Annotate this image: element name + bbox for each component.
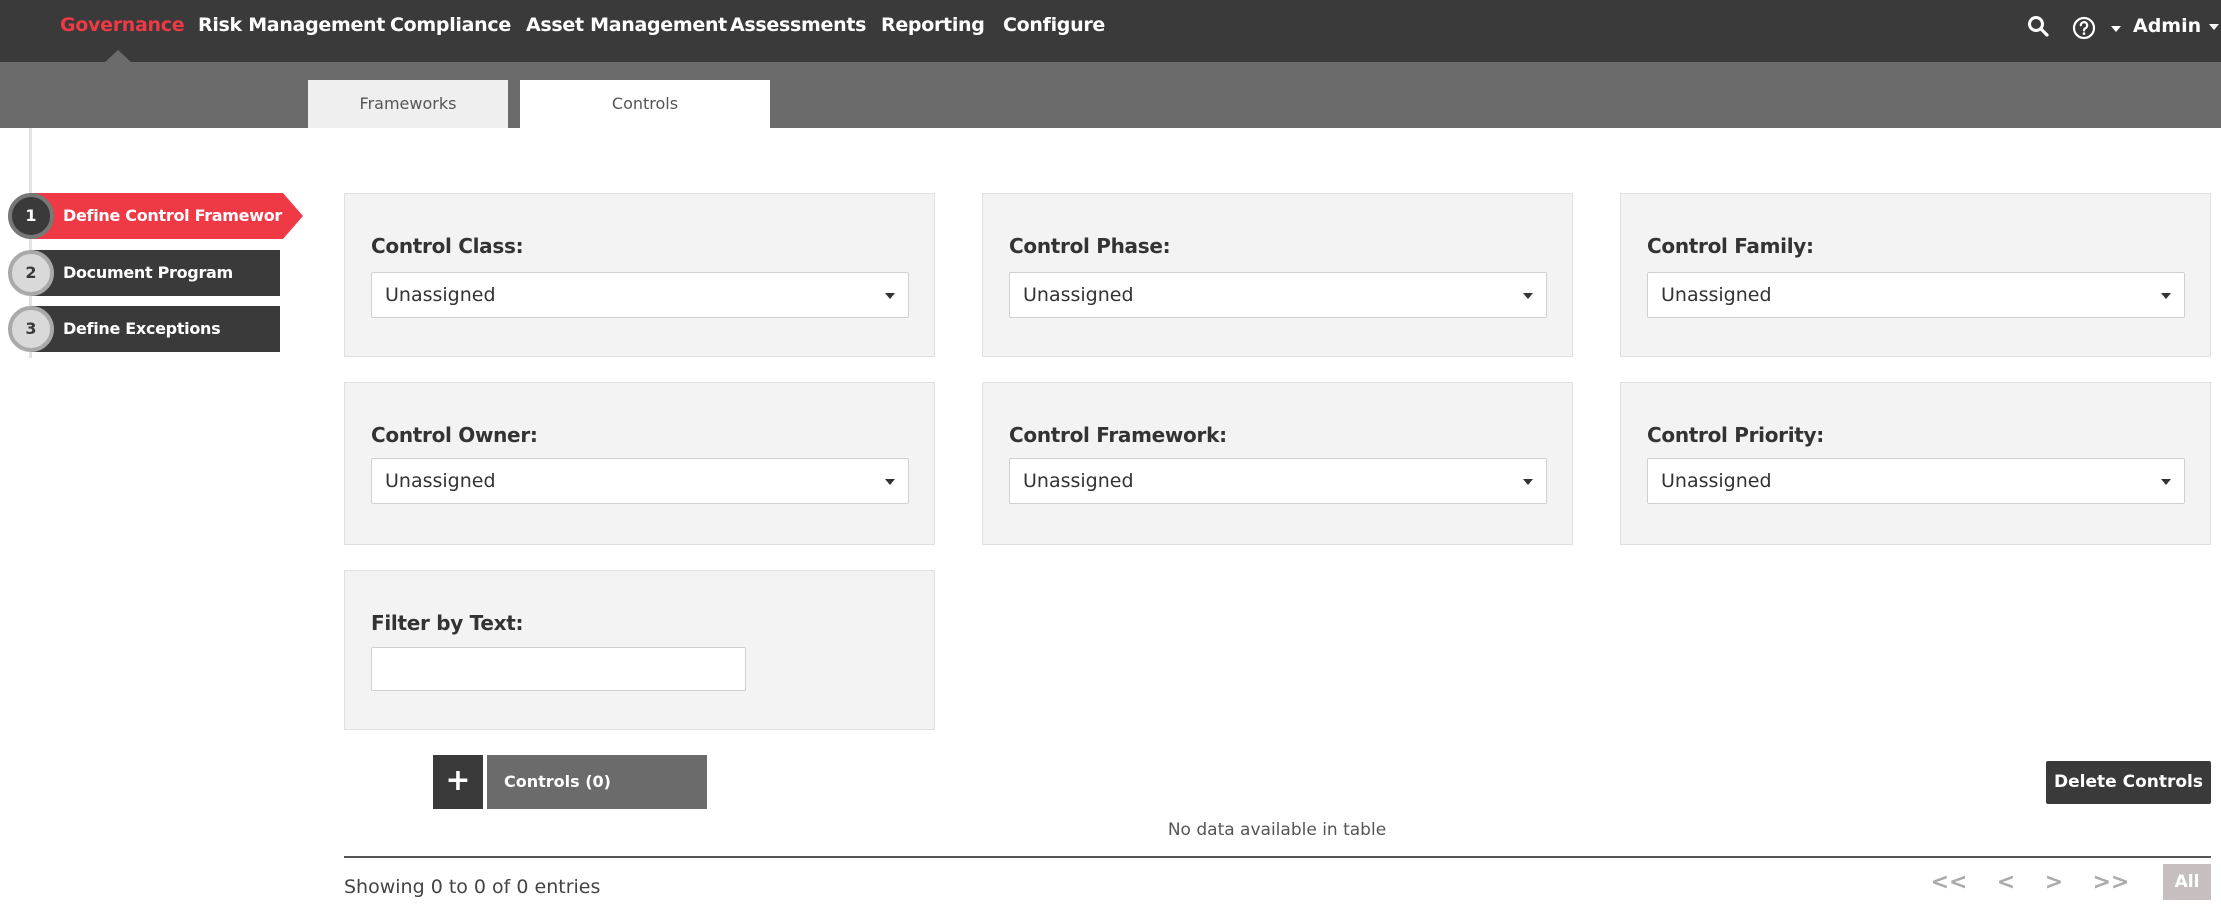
chevron-down-icon (2110, 26, 2121, 32)
filter-text-input[interactable] (371, 647, 746, 691)
control-framework-value: Unassigned (1023, 470, 1134, 492)
control-owner-label: Control Owner: (371, 423, 538, 447)
pager-last-button[interactable]: >> (2091, 868, 2131, 898)
user-menu-label: Admin (2133, 15, 2202, 37)
control-class-label: Control Class: (371, 234, 524, 258)
control-family-select[interactable]: Unassigned (1647, 272, 2185, 318)
chevron-down-icon (885, 293, 895, 299)
control-priority-value: Unassigned (1661, 470, 1772, 492)
step-active-arrow (283, 193, 303, 239)
nav-item-asset-management[interactable]: Asset Management (526, 0, 727, 62)
filter-text-panel: Filter by Text: (344, 570, 935, 730)
nav-item-configure[interactable]: Configure (1003, 0, 1105, 62)
nav-item-compliance[interactable]: Compliance (390, 0, 511, 62)
filter-text-label: Filter by Text: (371, 611, 524, 635)
control-phase-select[interactable]: Unassigned (1009, 272, 1547, 318)
control-family-value: Unassigned (1661, 284, 1772, 306)
delete-controls-button[interactable]: Delete Controls (2046, 761, 2211, 804)
control-priority-label: Control Priority: (1647, 423, 1824, 447)
control-framework-panel: Control Framework: Unassigned (982, 382, 1573, 545)
chevron-down-icon (2209, 23, 2220, 30)
pager-next-button[interactable]: > (2034, 868, 2074, 898)
step-number: 3 (8, 306, 54, 352)
control-family-label: Control Family: (1647, 234, 1814, 258)
user-menu[interactable]: Admin (2133, 0, 2220, 62)
tab-frameworks[interactable]: Frameworks (308, 80, 508, 128)
empty-table-message: No data available in table (1167, 820, 1387, 840)
step-label: Define Exceptions (30, 306, 280, 352)
chevron-down-icon (885, 479, 895, 485)
nav-item-reporting[interactable]: Reporting (881, 0, 985, 62)
search-icon (2028, 16, 2049, 37)
control-family-panel: Control Family: Unassigned (1620, 193, 2211, 357)
search-button[interactable] (2027, 0, 2049, 62)
control-owner-select[interactable]: Unassigned (371, 458, 909, 504)
control-class-panel: Control Class: Unassigned (344, 193, 935, 357)
table-info: Showing 0 to 0 of 0 entries (344, 876, 601, 898)
top-nav: Governance Risk Management Compliance As… (0, 0, 2221, 63)
chevron-down-icon (2161, 293, 2171, 299)
control-owner-panel: Control Owner: Unassigned (344, 382, 935, 545)
help-circle-icon (2072, 16, 2096, 40)
pager-all-button[interactable]: All (2163, 864, 2211, 900)
chevron-down-icon (2161, 479, 2171, 485)
nav-item-risk-management[interactable]: Risk Management (198, 0, 385, 62)
control-phase-panel: Control Phase: Unassigned (982, 193, 1573, 357)
step-number: 1 (8, 193, 54, 239)
chevron-down-icon (1523, 293, 1533, 299)
tab-controls[interactable]: Controls (520, 80, 770, 128)
control-class-select[interactable]: Unassigned (371, 272, 909, 318)
add-control-button[interactable]: + (433, 755, 483, 809)
chevron-down-icon (1523, 479, 1533, 485)
control-owner-value: Unassigned (385, 470, 496, 492)
table-divider (344, 856, 2211, 858)
control-priority-select[interactable]: Unassigned (1647, 458, 2185, 504)
control-class-value: Unassigned (385, 284, 496, 306)
help-menu[interactable] (2072, 0, 2121, 62)
step-label: Document Program (30, 250, 280, 296)
control-framework-label: Control Framework: (1009, 423, 1227, 447)
pager-first-button[interactable]: << (1929, 868, 1969, 898)
pager-prev-button[interactable]: < (1986, 868, 2026, 898)
step-label: Define Control Frameworks (30, 193, 302, 239)
control-phase-value: Unassigned (1023, 284, 1134, 306)
control-framework-select[interactable]: Unassigned (1009, 458, 1547, 504)
control-phase-label: Control Phase: (1009, 234, 1171, 258)
controls-count-tab[interactable]: Controls (0) (487, 755, 707, 809)
step-number: 2 (8, 250, 54, 296)
nav-item-assessments[interactable]: Assessments (730, 0, 866, 62)
control-priority-panel: Control Priority: Unassigned (1620, 382, 2211, 545)
